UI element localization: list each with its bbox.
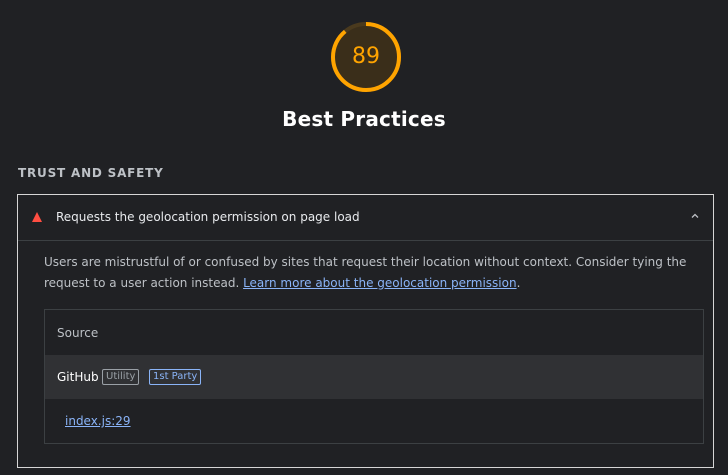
chevron-up-icon[interactable] [691, 212, 699, 220]
description-end: . [516, 276, 521, 290]
score-value: 89 [352, 44, 380, 69]
table-row-source: index.js:29 [45, 399, 703, 444]
audit-title: Requests the geolocation permission on p… [56, 210, 360, 224]
fail-triangle-icon [32, 212, 42, 222]
entity-name: GitHub [57, 370, 99, 384]
audit-description: Users are mistrustful of or confused by … [44, 252, 704, 294]
audit-header[interactable]: Requests the geolocation permission on p… [18, 195, 713, 241]
source-link[interactable]: index.js:29 [65, 414, 131, 428]
score-gauge: 89 [330, 21, 402, 93]
column-header-source: Source [57, 326, 99, 340]
entity-category-badge: Utility [102, 369, 140, 385]
details-table: Source GitHub Utility 1st Party index.js… [44, 309, 704, 444]
first-party-badge: 1st Party [149, 369, 202, 385]
table-row-entity: GitHub Utility 1st Party [45, 355, 703, 399]
group-title: TRUST AND SAFETY [18, 166, 164, 180]
audit-geolocation: Requests the geolocation permission on p… [17, 194, 714, 468]
learn-more-link[interactable]: Learn more about the geolocation permiss… [243, 276, 517, 290]
category-title: Best Practices [282, 107, 446, 131]
table-header: Source [45, 310, 703, 355]
